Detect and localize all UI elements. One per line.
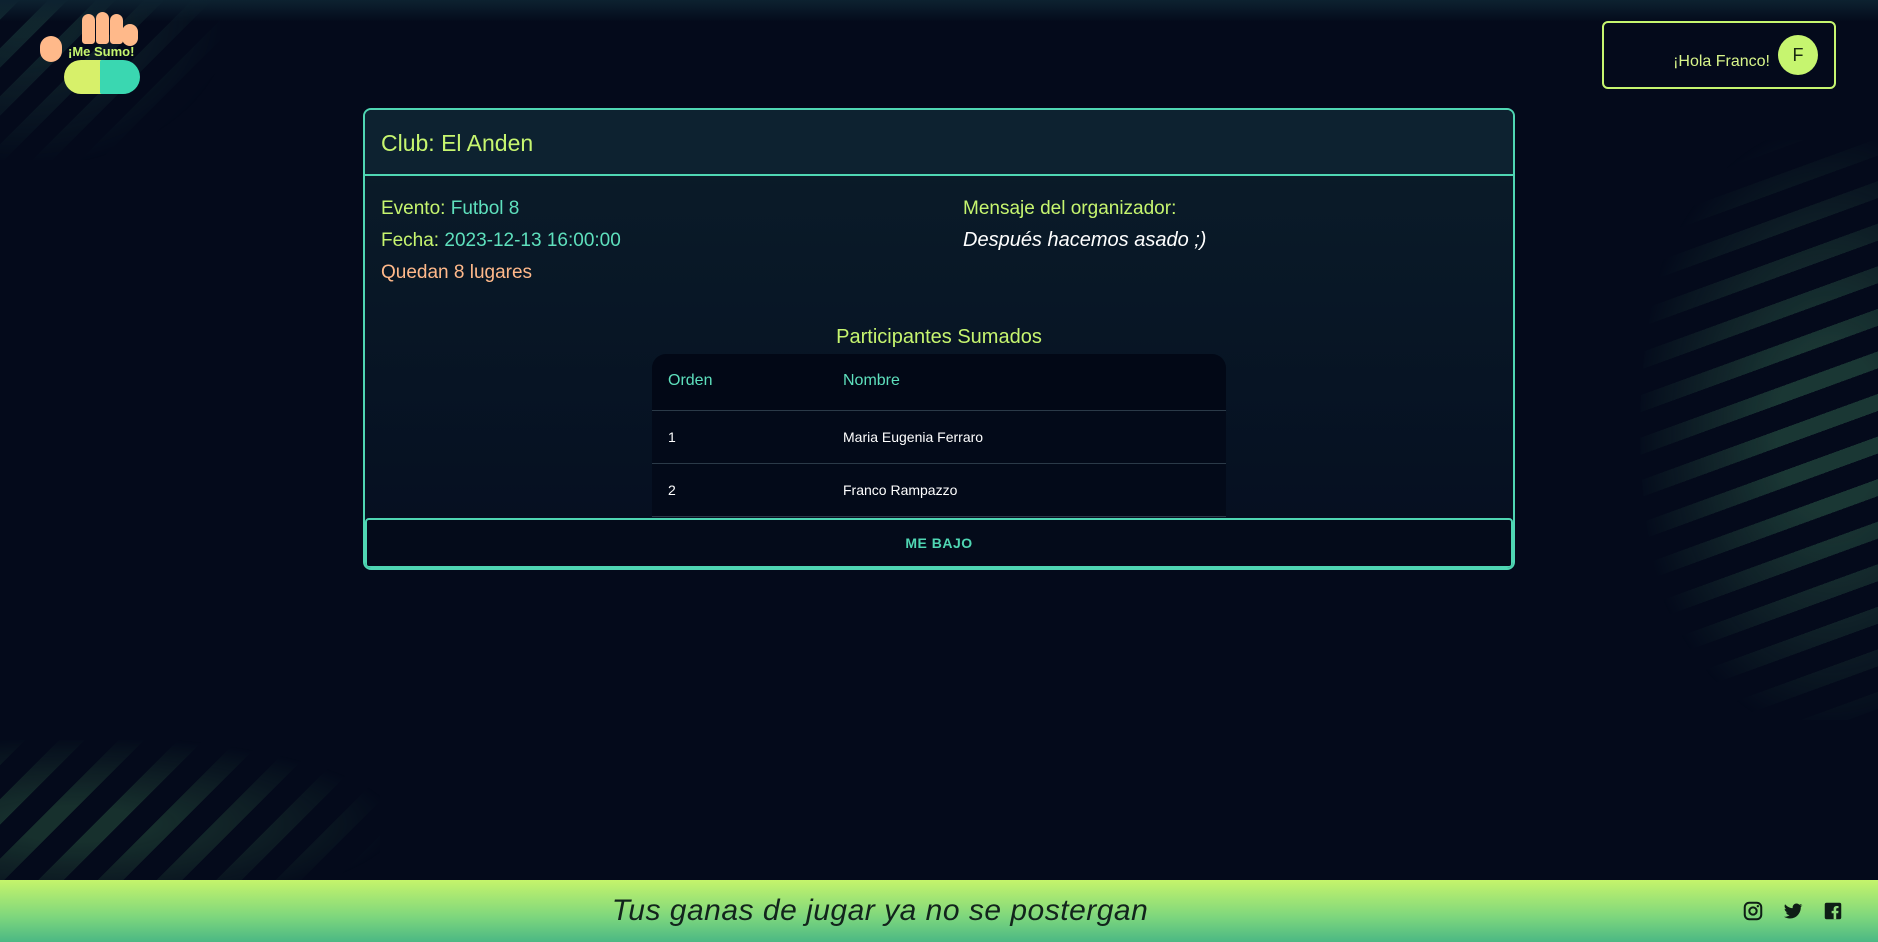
row-nombre: Franco Rampazzo	[843, 482, 958, 498]
row-orden: 2	[668, 482, 676, 498]
instagram-icon[interactable]	[1742, 900, 1764, 922]
background-stripes-bottom-left	[0, 740, 380, 880]
evento-line: Evento: Futbol 8	[381, 198, 519, 220]
column-header-orden: Orden	[668, 372, 713, 389]
participants-table: Orden Nombre 1 Maria Eugenia Ferraro 2 F…	[652, 354, 1226, 517]
card-header: Club: El Anden	[365, 110, 1513, 176]
lugares-text: Quedan 8 lugares	[381, 262, 533, 283]
event-card: Club: El Anden Evento: Futbol 8 Fecha: 2…	[363, 108, 1515, 570]
logo[interactable]: ¡Me Sumo!	[38, 10, 142, 98]
evento-value: Futbol 8	[450, 198, 520, 219]
row-nombre: Maria Eugenia Ferraro	[843, 429, 984, 445]
greeting-text: ¡Hola Franco!	[1673, 53, 1770, 70]
facebook-icon[interactable]	[1822, 900, 1844, 922]
me-bajo-button[interactable]: ME BAJO	[365, 518, 1513, 568]
twitter-icon[interactable]	[1782, 900, 1804, 922]
table-row: 1 Maria Eugenia Ferraro	[652, 411, 1226, 464]
logo-blob-left	[64, 60, 104, 94]
user-greeting-box[interactable]: ¡Hola Franco! F	[1602, 21, 1836, 89]
participants-title: Participantes Sumados	[836, 326, 1042, 348]
logo-finger	[110, 14, 123, 44]
evento-label: Evento:	[381, 198, 446, 219]
mensaje-value: Después hacemos asado ;)	[963, 229, 1207, 251]
background-stripes-right	[1640, 140, 1878, 720]
club-title: Club: El Anden	[381, 130, 534, 156]
logo-blob-right	[100, 60, 140, 94]
table-header: Orden Nombre	[652, 354, 1226, 411]
footer: Tus ganas de jugar ya no se postergan	[0, 880, 1878, 942]
logo-thumb	[40, 36, 62, 62]
column-header-nombre: Nombre	[843, 372, 900, 389]
logo-finger	[82, 14, 95, 44]
mensaje-label: Mensaje del organizador:	[963, 198, 1177, 219]
logo-finger	[122, 24, 138, 46]
fecha-value: 2023-12-13 16:00:00	[444, 230, 621, 251]
table-row: 2 Franco Rampazzo	[652, 464, 1226, 517]
logo-finger	[96, 12, 109, 44]
fecha-line: Fecha: 2023-12-13 16:00:00	[381, 230, 621, 252]
top-gradient-line	[0, 0, 1878, 22]
logo-text: ¡Me Sumo!	[68, 44, 135, 59]
footer-tagline: Tus ganas de jugar ya no se postergan	[611, 894, 1149, 927]
fecha-label: Fecha:	[381, 230, 440, 251]
avatar[interactable]: F	[1778, 35, 1818, 75]
row-orden: 1	[668, 429, 676, 445]
